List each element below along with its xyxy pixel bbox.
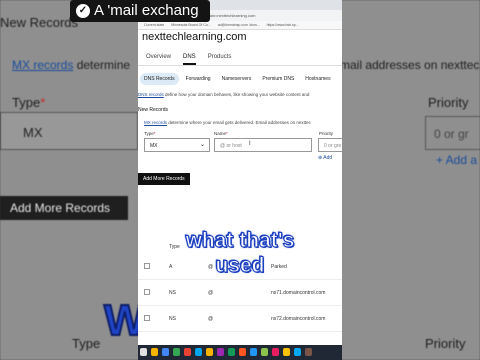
bg-mx-description-tail: mail addresses on nexttec bbox=[340, 58, 480, 72]
browser-window: × + dcc.godaddy.com/control/dns?domain=n… bbox=[138, 0, 342, 360]
dns-records-link[interactable]: DNS records bbox=[138, 92, 164, 97]
tab-products[interactable]: Products bbox=[208, 54, 232, 65]
taskbar-app-icon[interactable] bbox=[184, 348, 191, 356]
bg-type-label: Type* bbox=[12, 95, 46, 110]
taskbar bbox=[138, 345, 342, 360]
type-select[interactable]: MX ⌄ bbox=[144, 138, 210, 152]
add-link[interactable]: ⊕ Add bbox=[318, 155, 332, 161]
domain-title: nexttechlearning.com bbox=[142, 31, 247, 43]
type-label: Type* bbox=[144, 131, 156, 136]
bg-type-select: MX bbox=[0, 112, 138, 150]
name-label: Name* bbox=[214, 131, 228, 136]
table-row: NS @ ns71.domaincontrol.com bbox=[138, 280, 342, 306]
new-records-heading: New Records bbox=[138, 107, 169, 113]
bookmark-item[interactable]: Minnesota Board Of Co... bbox=[171, 23, 211, 27]
taskbar-app-icon[interactable] bbox=[173, 348, 180, 356]
bookmark-item[interactable]: https://www.bsb.sp... bbox=[267, 23, 299, 27]
taskbar-app-icon[interactable] bbox=[294, 348, 301, 356]
taskbar-app-icon[interactable] bbox=[239, 348, 246, 356]
table-row: NS @ ns72.domaincontrol.com bbox=[138, 306, 342, 332]
check-icon: ✓ bbox=[76, 4, 90, 19]
pill-hostnames[interactable]: Hostnames bbox=[301, 73, 334, 85]
priority-input[interactable]: 0 or gre bbox=[318, 138, 342, 152]
priority-label: Priority bbox=[319, 131, 334, 136]
dns-description: DNS records define how your domain behav… bbox=[138, 92, 310, 97]
taskbar-app-icon[interactable] bbox=[250, 348, 257, 356]
domain-nav-tabs: Overview DNS Products bbox=[138, 44, 342, 66]
taskbar-app-icon[interactable] bbox=[283, 348, 290, 356]
bg-add-link: + Add a bbox=[436, 153, 478, 167]
taskbar-app-icon[interactable] bbox=[228, 348, 235, 356]
taskbar-app-icon[interactable] bbox=[162, 348, 169, 356]
bg-mx-description: MX records determine bbox=[12, 58, 131, 72]
bookmark-item[interactable]: ad@domainsp.com /dom... bbox=[218, 23, 260, 27]
taskbar-app-icon[interactable] bbox=[151, 348, 158, 356]
bg-priority-input: 0 or gr bbox=[425, 116, 480, 150]
caption-line: used bbox=[215, 254, 265, 278]
bookmarks-bar: Current state Minnesota Board Of Co... a… bbox=[138, 21, 342, 30]
name-input[interactable]: @ or host I bbox=[214, 138, 312, 152]
bg-mx-link: MX records bbox=[12, 58, 74, 72]
row-checkbox[interactable] bbox=[144, 289, 150, 295]
text-cursor-icon: I bbox=[249, 141, 251, 147]
video-caption: what that's used bbox=[138, 228, 342, 278]
add-more-records-button[interactable]: Add More Records bbox=[138, 173, 190, 185]
taskbar-app-icon[interactable] bbox=[305, 348, 312, 356]
bg-bottom-priority-label: Priority bbox=[425, 336, 466, 351]
taskbar-app-icon[interactable] bbox=[195, 348, 202, 356]
bg-bottom-type-label: Type bbox=[72, 336, 101, 351]
tab-dns[interactable]: DNS bbox=[183, 54, 196, 65]
bg-priority-label: Priority bbox=[428, 95, 469, 110]
pill-nameservers[interactable]: Nameservers bbox=[218, 73, 256, 85]
video-title-banner: ✓ A 'mail exchang bbox=[70, 0, 210, 22]
bookmark-item[interactable]: Current state bbox=[144, 23, 164, 27]
taskbar-app-icon[interactable] bbox=[272, 348, 279, 356]
mx-records-link[interactable]: MX records bbox=[144, 120, 167, 125]
bg-add-more-button: Add More Records bbox=[0, 196, 128, 220]
bg-section-title: New Records bbox=[0, 15, 79, 30]
row-checkbox[interactable] bbox=[144, 315, 150, 321]
taskbar-app-icon[interactable] bbox=[217, 348, 224, 356]
pill-dns-records[interactable]: DNS Records bbox=[140, 73, 179, 85]
taskbar-app-icon[interactable] bbox=[140, 348, 147, 356]
new-record-form: Type* MX ⌄ Name* @ or host I Priority 0 … bbox=[138, 131, 342, 167]
dns-subnav: DNS Records Forwarding Nameservers Premi… bbox=[138, 66, 342, 92]
tab-overview[interactable]: Overview bbox=[146, 54, 171, 65]
pill-forwarding[interactable]: Forwarding bbox=[182, 73, 215, 85]
pill-premium-dns[interactable]: Premium DNS bbox=[258, 73, 298, 85]
mx-description: MX records determine where your email ge… bbox=[144, 120, 311, 125]
taskbar-app-icon[interactable] bbox=[261, 348, 268, 356]
chevron-down-icon: ⌄ bbox=[199, 142, 205, 148]
taskbar-app-icon[interactable] bbox=[206, 348, 213, 356]
caption-line: what that's bbox=[185, 229, 295, 253]
